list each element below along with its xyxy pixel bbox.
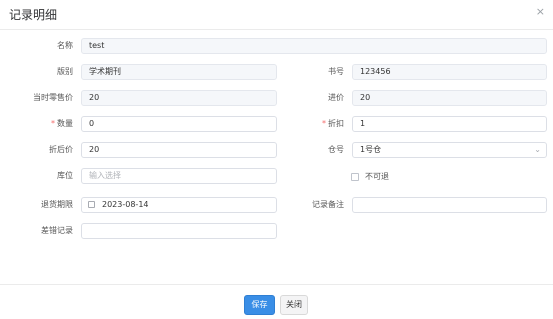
quantity-label: * 数量	[13, 116, 73, 132]
purchase-price-field: 20	[352, 90, 547, 106]
location-label: 库位	[57, 171, 73, 180]
required-mark: *	[51, 119, 55, 128]
discount-label-text: 折扣	[328, 119, 344, 128]
book-no-label: 书号	[328, 67, 344, 76]
purchase-price-label: 进价	[328, 93, 344, 102]
record-note-input[interactable]	[352, 197, 547, 213]
record-note-label: 记录备注	[312, 200, 344, 209]
return-deadline-label: 退货期限	[41, 200, 73, 209]
discounted-price-label: 折后价	[49, 145, 73, 154]
checkbox-box[interactable]	[351, 173, 359, 181]
quantity-label-text: 数量	[57, 119, 73, 128]
warehouse-selected-value: 1号仓	[360, 145, 382, 154]
retail-price-field: 20	[81, 90, 277, 106]
book-no-field: 123456	[352, 64, 547, 80]
discounted-price-input[interactable]: 20	[81, 142, 277, 158]
calendar-icon	[88, 201, 95, 208]
warehouse-label: 仓号	[328, 145, 344, 154]
chevron-down-icon: ⌄	[534, 145, 541, 154]
required-mark: *	[322, 119, 326, 128]
error-record-label: 差错记录	[41, 226, 73, 235]
discount-input[interactable]: 1	[352, 116, 547, 132]
edition-label: 版别	[57, 67, 73, 76]
close-icon[interactable]: ×	[536, 5, 545, 18]
quantity-input[interactable]: 0	[81, 116, 277, 132]
dialog-title: 记录明细	[9, 8, 58, 22]
return-deadline-date-picker[interactable]: 2023-08-14	[81, 197, 277, 213]
save-button[interactable]: 保存	[244, 295, 275, 315]
dialog-header: 记录明细 ×	[0, 0, 553, 30]
warehouse-select[interactable]: 1号仓 ⌄	[352, 142, 547, 158]
error-record-input[interactable]	[81, 223, 277, 239]
location-input[interactable]: 输入选择	[81, 168, 277, 184]
dialog-footer	[0, 284, 553, 319]
retail-price-label: 当时零售价	[33, 93, 73, 102]
return-deadline-value: 2023-08-14	[102, 200, 149, 209]
non-returnable-label: 不可退	[365, 172, 389, 181]
close-button[interactable]: 关闭	[280, 295, 308, 315]
discount-label: * 折扣	[284, 116, 344, 132]
name-label: 名称	[57, 41, 73, 50]
name-field: test	[81, 38, 547, 54]
edition-field: 学术期刊	[81, 64, 277, 80]
